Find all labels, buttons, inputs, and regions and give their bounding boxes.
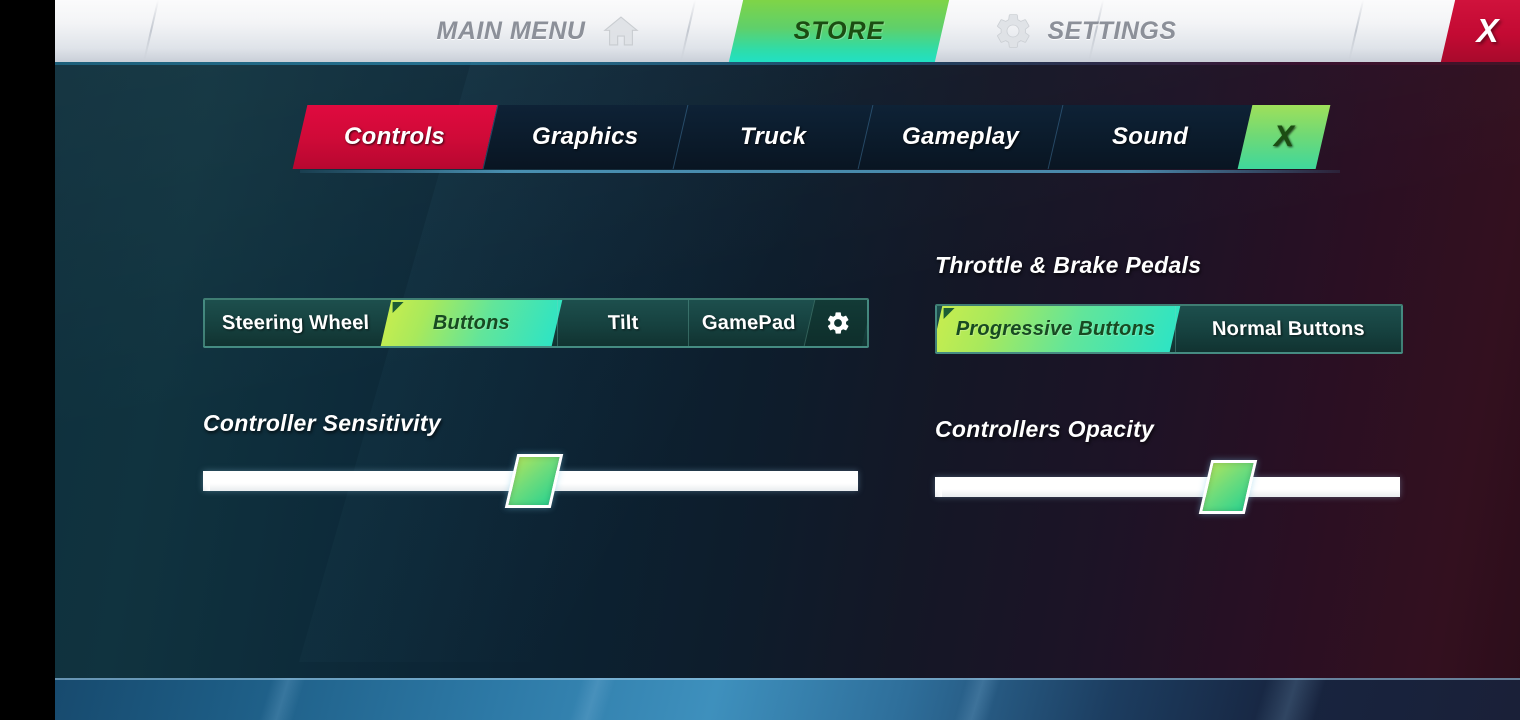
pedals-selector: Progressive Buttons Normal Buttons	[935, 304, 1403, 354]
pedals-option-label: Normal Buttons	[1209, 317, 1368, 340]
band-streak	[254, 678, 310, 720]
controls-panel: Steering Wheel Buttons Tilt GamePad Cont…	[203, 173, 883, 508]
game-settings-screen: MAIN MENU STORE SETTINGS X Controls Grap…	[0, 0, 1520, 720]
nav-settings-label: SETTINGS	[1047, 16, 1177, 45]
pedals-panel: Throttle & Brake Pedals Progressive Butt…	[935, 173, 1435, 514]
letterbox-left	[0, 0, 55, 720]
control-scheme-option-steering-wheel[interactable]: Steering Wheel	[205, 300, 386, 346]
close-window-button[interactable]: X	[1455, 0, 1520, 62]
nav-main-menu[interactable]: MAIN MENU	[405, 0, 675, 62]
tab-controls-label: Controls	[344, 123, 446, 150]
tab-gameplay[interactable]: Gameplay	[857, 105, 1063, 169]
tab-truck-label: Truck	[739, 123, 807, 150]
tab-sound-label: Sound	[1112, 123, 1189, 150]
slider-handle[interactable]	[1198, 460, 1257, 514]
bottom-accent-bar	[55, 678, 1520, 720]
top-navigation-bar: MAIN MENU STORE SETTINGS X	[55, 0, 1520, 62]
control-scheme-option-label: Buttons	[432, 311, 510, 334]
slider-track[interactable]	[935, 477, 1400, 497]
controllers-opacity-label: Controllers Opacity	[935, 416, 1155, 442]
controller-sensitivity-slider[interactable]	[203, 454, 858, 508]
control-scheme-option-tilt[interactable]: Tilt	[556, 300, 688, 346]
pedals-option-progressive-buttons[interactable]: Progressive Buttons	[937, 306, 1181, 352]
band-streak	[949, 678, 1005, 720]
tab-graphics[interactable]: Graphics	[482, 105, 688, 169]
close-icon: X	[1273, 120, 1295, 153]
pedals-option-label: Progressive Buttons	[956, 317, 1156, 340]
band-streak	[564, 678, 620, 720]
control-scheme-option-label: Tilt	[605, 311, 641, 334]
nav-main-menu-label: MAIN MENU	[436, 16, 586, 45]
control-scheme-option-label: GamePad	[699, 311, 799, 334]
gear-icon	[826, 310, 852, 336]
header-divider	[679, 0, 697, 62]
control-scheme-selector: Steering Wheel Buttons Tilt GamePad	[203, 298, 869, 348]
gear-icon	[993, 11, 1033, 51]
tab-sound[interactable]: Sound	[1047, 105, 1253, 169]
gamepad-settings-button[interactable]	[804, 300, 867, 346]
settings-tab-strip: Controls Graphics Truck Gameplay Sound X	[292, 105, 1340, 173]
tab-graphics-label: Graphics	[532, 123, 639, 150]
settings-content: Steering Wheel Buttons Tilt GamePad Cont…	[55, 173, 1520, 678]
controller-sensitivity-label: Controller Sensitivity	[203, 410, 441, 436]
nav-store[interactable]: STORE	[736, 0, 942, 62]
band-streak	[1249, 678, 1331, 720]
close-icon: X	[1476, 12, 1499, 49]
nav-settings[interactable]: SETTINGS	[955, 0, 1215, 62]
header-divider	[142, 0, 160, 62]
nav-store-label: STORE	[793, 16, 885, 45]
tab-controls[interactable]: Controls	[292, 105, 498, 169]
control-scheme-option-label: Steering Wheel	[219, 311, 372, 334]
tab-truck[interactable]: Truck	[672, 105, 873, 169]
pedals-option-normal-buttons[interactable]: Normal Buttons	[1175, 306, 1401, 352]
home-icon	[599, 12, 643, 50]
pedals-title: Throttle & Brake Pedals	[935, 252, 1202, 278]
tab-gameplay-label: Gameplay	[901, 123, 1020, 150]
controllers-opacity-slider[interactable]	[935, 460, 1400, 514]
header-divider	[1347, 0, 1365, 62]
tab-close-settings[interactable]: X	[1237, 105, 1331, 169]
slider-handle[interactable]	[504, 454, 564, 508]
game-screen: MAIN MENU STORE SETTINGS X Controls Grap…	[55, 0, 1520, 720]
control-scheme-option-gamepad[interactable]: GamePad	[688, 300, 809, 346]
control-scheme-option-buttons[interactable]: Buttons	[380, 300, 563, 346]
